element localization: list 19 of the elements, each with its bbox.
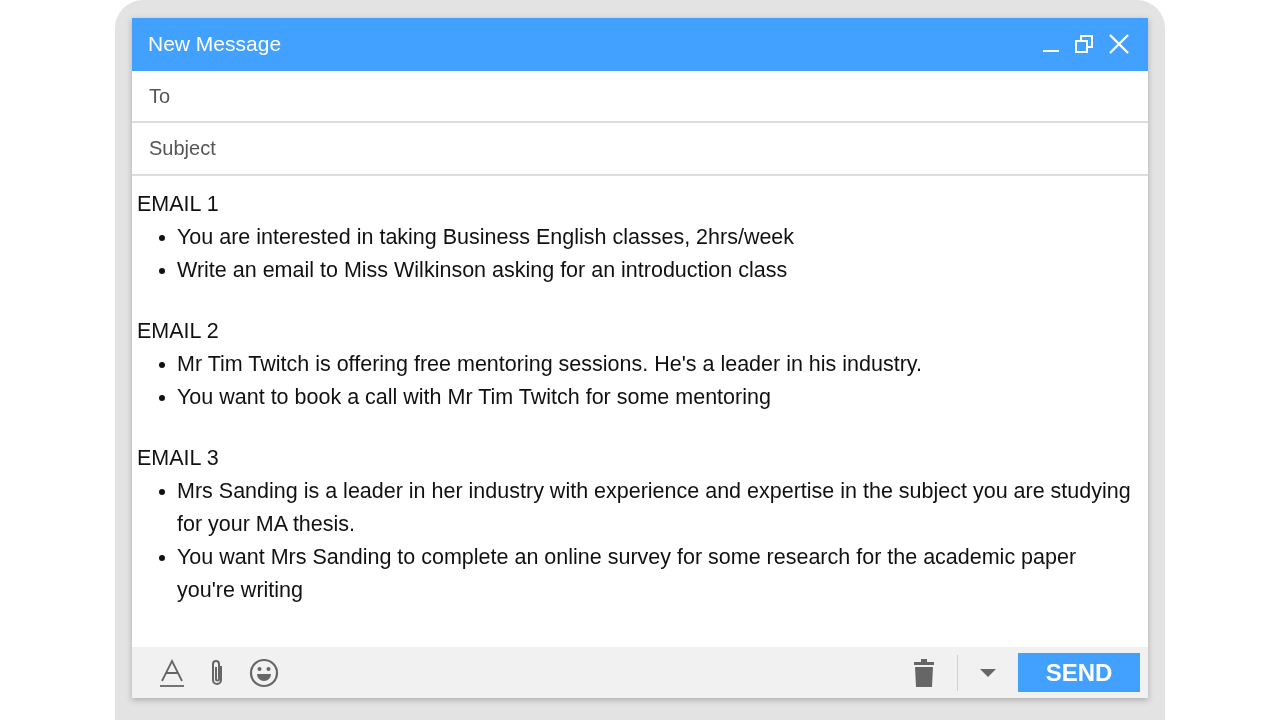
bullet-text: Write an email to Miss Wilkinson asking for an introduction class (177, 257, 788, 285)
restore-icon[interactable] (1074, 34, 1094, 55)
send-button[interactable]: SEND (1018, 653, 1140, 693)
smiley-icon[interactable] (249, 657, 279, 688)
text-format-icon[interactable] (159, 658, 185, 687)
bullet-text: You want to book a call with Mr Tim Twitch for some mentoring (177, 384, 771, 412)
trash-icon[interactable] (913, 657, 935, 688)
close-icon[interactable] (1108, 33, 1130, 56)
section-heading: EMAIL 2 (137, 318, 220, 346)
window-title: New Message (148, 32, 282, 57)
section-heading: EMAIL 3 (137, 445, 220, 473)
bullet-text: Mr Tim Twitch is offering free mentoring sessions. He's a leader in his industry. (177, 351, 922, 379)
bullet-text: You want Mrs Sanding to complete an online survey for some research for the academic paper you're writing (177, 544, 1078, 605)
section-heading: EMAIL 1 (137, 191, 220, 219)
subject-field[interactable]: Subject (132, 123, 1148, 177)
to-field[interactable]: To (132, 70, 1148, 124)
bullet-text: You are interested in taking Business English classes, 2hrs/week (177, 224, 795, 252)
bullet-text: Mrs Sanding is a leader in her industry with experience and expertise in the subject you are studying for your MA thesis. (177, 478, 1132, 539)
dropdown-icon[interactable] (980, 667, 996, 678)
